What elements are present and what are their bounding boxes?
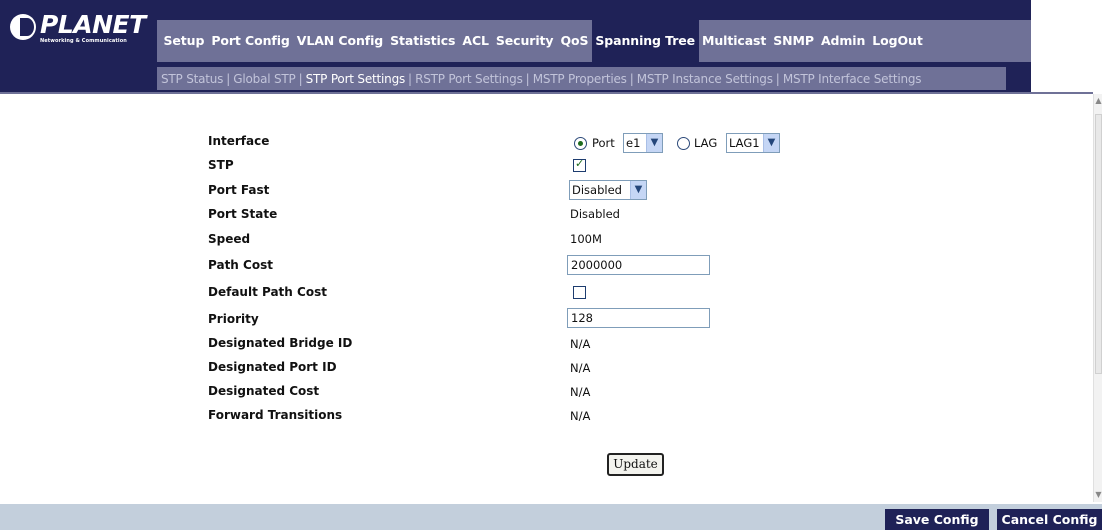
content-panel xyxy=(0,92,1093,504)
scroll-thumb[interactable] xyxy=(1095,114,1102,374)
main-nav: Setup Port Config VLAN Config Statistics… xyxy=(157,20,1031,62)
lag-radio[interactable] xyxy=(677,137,690,150)
interface-label: Interface xyxy=(208,134,270,148)
port-fast-select[interactable]: Disabled ▼ xyxy=(569,180,647,200)
nav-multicast[interactable]: Multicast xyxy=(699,20,770,62)
speed-label: Speed xyxy=(208,232,251,246)
nav-port-config[interactable]: Port Config xyxy=(208,20,293,62)
nav-statistics[interactable]: Statistics xyxy=(387,20,459,62)
designated-cost-value: N/A xyxy=(570,385,591,399)
nav-logout[interactable]: LogOut xyxy=(869,20,926,62)
chevron-down-icon: ▼ xyxy=(630,181,646,199)
forward-transitions-label: Forward Transitions xyxy=(208,408,343,422)
default-path-cost-checkbox[interactable] xyxy=(573,286,586,299)
port-select-value: e1 xyxy=(626,136,641,150)
nav-acl[interactable]: ACL xyxy=(459,20,493,62)
designated-bridge-id-label: Designated Bridge ID xyxy=(208,336,353,350)
subnav-mstp-instance-settings[interactable]: MSTP Instance Settings xyxy=(635,72,775,86)
lag-radio-label: LAG xyxy=(694,136,718,150)
priority-input[interactable]: 128 xyxy=(567,308,710,328)
chevron-down-icon: ▼ xyxy=(763,134,779,152)
subnav-stp-port-settings[interactable]: STP Port Settings xyxy=(304,72,407,86)
designated-cost-label: Designated Cost xyxy=(208,384,320,398)
designated-bridge-id-value: N/A xyxy=(570,337,591,351)
nav-qos[interactable]: QoS xyxy=(557,20,592,62)
port-state-value: Disabled xyxy=(570,207,620,221)
scroll-down-icon[interactable]: ▼ xyxy=(1094,490,1102,500)
port-fast-label: Port Fast xyxy=(208,183,270,197)
sub-nav: STP Status | Global STP | STP Port Setti… xyxy=(157,67,1006,90)
port-fast-select-value: Disabled xyxy=(572,183,622,197)
logo-wordmark: PLANET xyxy=(40,10,146,39)
port-radio[interactable] xyxy=(574,137,587,150)
port-state-label: Port State xyxy=(208,207,278,221)
forward-transitions-value: N/A xyxy=(570,409,591,423)
speed-value: 100M xyxy=(570,232,602,246)
designated-port-id-value: N/A xyxy=(570,361,591,375)
port-radio-label: Port xyxy=(592,136,615,150)
port-select[interactable]: e1 ▼ xyxy=(623,133,663,153)
priority-label: Priority xyxy=(208,312,259,326)
nav-spanning-tree[interactable]: Spanning Tree xyxy=(591,20,699,62)
nav-admin[interactable]: Admin xyxy=(817,20,868,62)
lag-select[interactable]: LAG1 ▼ xyxy=(726,133,780,153)
nav-setup[interactable]: Setup xyxy=(160,20,208,62)
subnav-mstp-properties[interactable]: MSTP Properties xyxy=(531,72,629,86)
vertical-scrollbar[interactable]: ▲ ▼ xyxy=(1093,94,1102,502)
update-button[interactable]: Update xyxy=(607,453,664,476)
logo-tagline: Networking & Communication xyxy=(40,38,127,44)
stp-checkbox[interactable] xyxy=(573,157,586,172)
stp-label: STP xyxy=(208,158,234,172)
logo-globe-icon xyxy=(10,14,36,40)
scroll-up-icon[interactable]: ▲ xyxy=(1094,96,1102,106)
path-cost-input[interactable]: 2000000 xyxy=(567,255,710,275)
nav-vlan-config[interactable]: VLAN Config xyxy=(293,20,386,62)
default-path-cost-label: Default Path Cost xyxy=(208,285,327,299)
cancel-config-button[interactable]: Cancel Config xyxy=(997,509,1102,530)
chevron-down-icon: ▼ xyxy=(646,134,662,152)
subnav-stp-status[interactable]: STP Status xyxy=(159,72,225,86)
designated-port-id-label: Designated Port ID xyxy=(208,360,337,374)
save-config-button[interactable]: Save Config xyxy=(885,509,989,530)
subnav-mstp-interface-settings[interactable]: MSTP Interface Settings xyxy=(781,72,924,86)
path-cost-label: Path Cost xyxy=(208,258,273,272)
lag-select-value: LAG1 xyxy=(729,136,760,150)
subnav-global-stp[interactable]: Global STP xyxy=(231,72,297,86)
header: PLANET Networking & Communication Setup … xyxy=(0,0,1102,92)
planet-logo: PLANET Networking & Communication xyxy=(8,10,154,48)
nav-snmp[interactable]: SNMP xyxy=(770,20,818,62)
nav-security[interactable]: Security xyxy=(492,20,557,62)
subnav-rstp-port-settings[interactable]: RSTP Port Settings xyxy=(413,72,525,86)
